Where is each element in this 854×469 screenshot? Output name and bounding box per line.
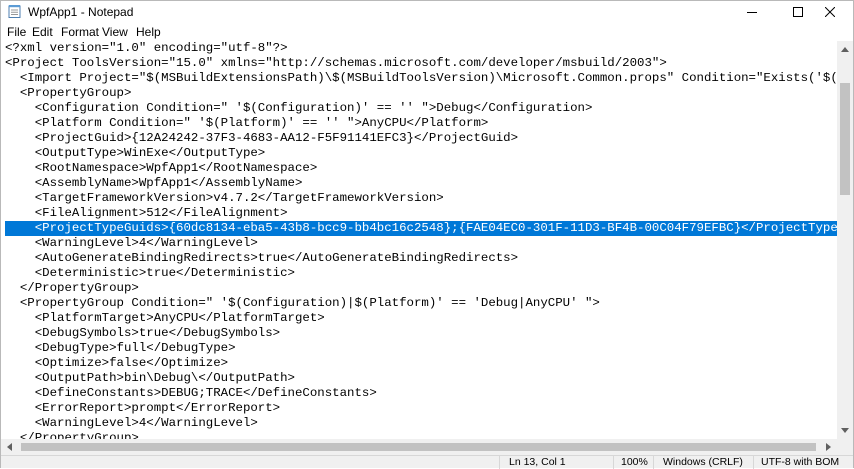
menu-help[interactable]: Help xyxy=(136,25,161,39)
file-encoding: UTF-8 with BOM xyxy=(761,456,840,468)
status-bar: Ln 13, Col 1 100% Windows (CRLF) UTF-8 w… xyxy=(1,455,853,469)
menu-view[interactable]: View xyxy=(102,25,128,39)
minimize-button[interactable] xyxy=(729,1,775,22)
text-line[interactable]: <Optimize>false</Optimize> xyxy=(5,356,228,371)
text-line[interactable]: <RootNamespace>WpfApp1</RootNamespace> xyxy=(5,161,318,176)
text-line[interactable]: <PropertyGroup> xyxy=(5,86,132,101)
window-title: WpfApp1 - Notepad xyxy=(28,5,134,19)
text-line[interactable]: <FileAlignment>512</FileAlignment> xyxy=(5,206,288,221)
text-line[interactable]: <DebugType>full</DebugType> xyxy=(5,341,236,356)
notepad-icon xyxy=(8,4,21,18)
scroll-up-arrow-icon[interactable] xyxy=(837,41,853,58)
text-line[interactable]: <Platform Condition=" '$(Platform)' == '… xyxy=(5,116,489,131)
menu-bar: File Edit Format View Help xyxy=(1,22,853,41)
text-line[interactable]: <?xml version="1.0" encoding="utf-8"?> xyxy=(5,41,288,56)
scroll-left-arrow-icon[interactable] xyxy=(1,439,18,455)
text-line[interactable]: <Deterministic>true</Deterministic> xyxy=(5,266,295,281)
text-line[interactable]: <WarningLevel>4</WarningLevel> xyxy=(5,236,258,251)
cursor-position: Ln 13, Col 1 xyxy=(509,456,566,468)
text-line[interactable]: </PropertyGroup> xyxy=(5,281,139,296)
vertical-scroll-thumb[interactable] xyxy=(840,83,850,195)
text-line[interactable]: <DebugSymbols>true</DebugSymbols> xyxy=(5,326,280,341)
text-line[interactable]: <Import Project="$(MSBuildExtensionsPath… xyxy=(5,71,837,86)
line-ending-type: Windows (CRLF) xyxy=(663,456,743,468)
status-divider xyxy=(653,455,654,469)
status-divider xyxy=(499,455,500,469)
text-line[interactable]: <DefineConstants>DEBUG;TRACE</DefineCons… xyxy=(5,386,377,401)
notepad-window: WpfApp1 - Notepad File Edit Format View … xyxy=(0,0,854,469)
text-line[interactable]: <AutoGenerateBindingRedirects>true</Auto… xyxy=(5,251,518,266)
horizontal-scrollbar[interactable] xyxy=(1,439,837,455)
selected-text-line[interactable]: <ProjectTypeGuids>{60dc8134-eba5-43b8-bc… xyxy=(5,221,837,236)
close-button[interactable] xyxy=(807,1,853,22)
maximize-icon xyxy=(793,6,803,17)
text-editor[interactable]: <?xml version="1.0" encoding="utf-8"?> <P… xyxy=(1,41,837,439)
menu-format[interactable]: Format xyxy=(61,25,99,39)
title-bar[interactable]: WpfApp1 - Notepad xyxy=(1,1,853,22)
text-line[interactable]: <PropertyGroup Condition=" '$(Configurat… xyxy=(5,296,600,311)
menu-file[interactable]: File xyxy=(7,25,26,39)
status-divider xyxy=(613,455,614,469)
vertical-scrollbar[interactable] xyxy=(837,41,853,439)
scrollbar-corner xyxy=(837,439,853,455)
scroll-right-arrow-icon[interactable] xyxy=(820,439,837,455)
text-line[interactable]: <Project ToolsVersion="15.0" xmlns="http… xyxy=(5,56,667,71)
menu-edit[interactable]: Edit xyxy=(32,25,53,39)
text-line[interactable]: <OutputType>WinExe</OutputType> xyxy=(5,146,266,161)
text-line[interactable]: </PropertyGroup> xyxy=(5,431,139,439)
minimize-icon xyxy=(747,11,757,13)
close-icon xyxy=(825,6,835,17)
text-line[interactable]: <AssemblyName>WpfApp1</AssemblyName> xyxy=(5,176,303,191)
text-line[interactable]: <ErrorReport>prompt</ErrorReport> xyxy=(5,401,280,416)
status-divider xyxy=(753,455,754,469)
text-line[interactable]: <TargetFrameworkVersion>v4.7.2</TargetFr… xyxy=(5,191,444,206)
zoom-level: 100% xyxy=(621,456,648,468)
text-line[interactable]: <WarningLevel>4</WarningLevel> xyxy=(5,416,258,431)
text-line[interactable]: <ProjectGuid>{12A24242-37F3-4683-AA12-F5… xyxy=(5,131,518,146)
text-line[interactable]: <OutputPath>bin\Debug\</OutputPath> xyxy=(5,371,295,386)
scroll-down-arrow-icon[interactable] xyxy=(837,422,853,439)
text-line[interactable]: <Configuration Condition=" '$(Configurat… xyxy=(5,101,593,116)
text-line[interactable]: <PlatformTarget>AnyCPU</PlatformTarget> xyxy=(5,311,325,326)
horizontal-scroll-thumb[interactable] xyxy=(21,443,816,451)
